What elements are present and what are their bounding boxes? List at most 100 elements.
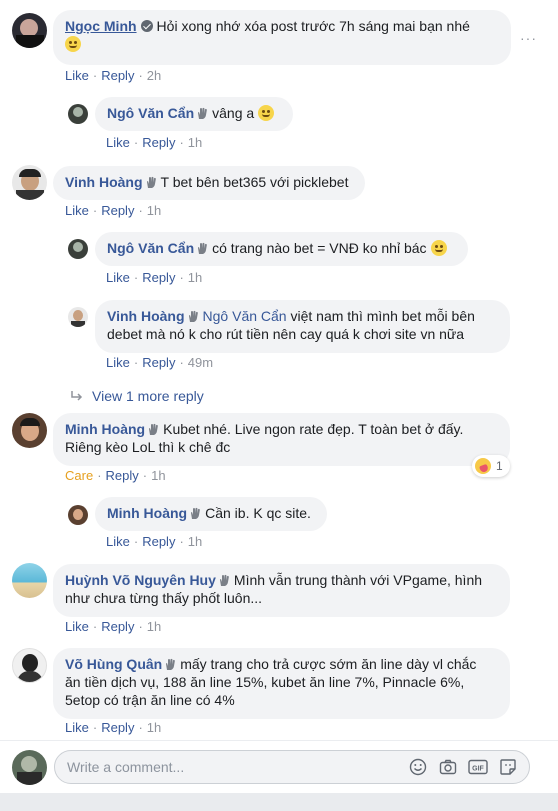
timestamp[interactable]: 1h (188, 534, 202, 549)
comment-actions: Like · Reply · 49m (106, 355, 214, 370)
timestamp[interactable]: 1h (147, 720, 161, 735)
timestamp[interactable]: 1h (147, 619, 161, 634)
svg-text:GIF: GIF (472, 766, 484, 773)
avatar[interactable] (12, 648, 47, 683)
comment-input[interactable]: Write a comment... GIF (54, 750, 530, 784)
timestamp[interactable]: 49m (188, 355, 213, 370)
reply-button[interactable]: Reply (101, 68, 134, 83)
reaction-summary[interactable]: 1 (472, 455, 510, 477)
comment-bubble: Võ Hùng Quân mấy trang cho trả cược sớm ă… (53, 648, 510, 719)
timestamp[interactable]: 1h (151, 468, 165, 483)
comment-text: Riêng kèo LoL thì k chê đc (65, 439, 231, 455)
care-reaction-icon (475, 458, 491, 474)
like-button[interactable]: Like (65, 619, 89, 634)
timestamp[interactable]: 1h (188, 135, 202, 150)
like-button[interactable]: Like (106, 135, 130, 150)
timestamp[interactable]: 2h (147, 68, 161, 83)
wave-badge-icon (189, 507, 202, 520)
reply-button[interactable]: Reply (142, 534, 175, 549)
comment-text: việt nam thì mình bet mỗi bên (290, 308, 475, 324)
gif-icon[interactable]: GIF (468, 758, 488, 776)
commenter-name[interactable]: Vinh Hoàng (107, 308, 185, 324)
comment-text: mấy trang cho trả cược sớm ăn line dày v… (180, 656, 477, 672)
reply-button[interactable]: Reply (142, 355, 175, 370)
wave-badge-icon (147, 423, 160, 436)
emoji-icon (258, 105, 275, 121)
comment-actions: Like · Reply · 1h (106, 270, 203, 285)
emoji-icon (65, 36, 81, 52)
view-more-replies[interactable]: View 1 more reply (70, 387, 204, 405)
emoji-icon[interactable] (409, 758, 427, 776)
reply-button[interactable]: Reply (106, 468, 139, 483)
comment-text: ăn tiền dịch vụ, 188 ăn line 15%, kubet … (65, 674, 465, 690)
verified-icon (140, 20, 153, 32)
avatar[interactable] (68, 307, 88, 327)
view-more-label[interactable]: View 1 more reply (92, 388, 204, 404)
sticker-icon[interactable] (499, 758, 517, 776)
comment-bubble: Ngô Văn Cẩn vâng a (95, 97, 293, 131)
commenter-name[interactable]: Võ Hùng Quân (65, 656, 162, 672)
timestamp[interactable]: 1h (188, 270, 202, 285)
mention-link[interactable]: Ngô Văn Cẩn (203, 308, 287, 324)
wave-badge-icon (164, 658, 177, 671)
commenter-name[interactable]: Vinh Hoàng (65, 174, 143, 190)
reply-button[interactable]: Reply (101, 619, 134, 634)
reply-button[interactable]: Reply (101, 720, 134, 735)
like-button[interactable]: Like (106, 270, 130, 285)
comment-bubble: Huỳnh Võ Nguyên Huy Mình vẫn trung thành … (53, 564, 510, 617)
reply-arrow-icon (71, 391, 83, 401)
comment-bubble: Ngô Văn Cẩn có trang nào bet = VNĐ ko nhỉ… (95, 232, 468, 266)
wave-badge-icon (196, 242, 209, 255)
like-button[interactable]: Like (106, 534, 130, 549)
commenter-name[interactable]: Minh Hoàng (107, 505, 187, 521)
camera-icon[interactable] (439, 758, 457, 776)
comment-bubble: Vinh Hoàng T bet bên bet365 với picklebet (53, 166, 365, 200)
comment-text: vâng a (212, 105, 255, 121)
comment-bubble: Minh Hoàng Kubet nhé. Live ngon rate đẹp.… (53, 413, 510, 466)
reply-button[interactable]: Reply (142, 135, 175, 150)
comment-bubble: Vinh Hoàng Ngô Văn Cẩn việt nam thì mình … (95, 300, 510, 353)
avatar[interactable] (12, 563, 47, 598)
avatar[interactable] (68, 104, 88, 124)
like-button[interactable]: Like (106, 355, 130, 370)
wave-badge-icon (145, 176, 158, 189)
comment-text: như chưa từng thấy phốt luôn... (65, 590, 263, 606)
avatar[interactable] (68, 505, 88, 525)
like-button[interactable]: Like (65, 720, 89, 735)
reaction-count: 1 (496, 459, 503, 473)
commenter-name[interactable]: Huỳnh Võ Nguyên Huy (65, 572, 216, 588)
commenter-name[interactable]: Ngô Văn Cẩn (107, 105, 194, 121)
avatar[interactable] (68, 239, 88, 259)
like-button[interactable]: Like (65, 203, 89, 218)
avatar[interactable] (12, 13, 47, 48)
comment-text: Cần ib. K qc site. (205, 505, 311, 521)
comment-text: debet mà nó k cho rút tiền nên cay quá k… (107, 326, 465, 342)
comment-actions: Like · Reply · 1h (106, 534, 203, 549)
wave-badge-icon (218, 574, 231, 587)
commenter-name[interactable]: Minh Hoàng (65, 421, 145, 437)
comment-input-placeholder: Write a comment... (67, 759, 185, 775)
comment-text: 5etop có trận ăn line có 4% (65, 692, 235, 708)
comment-text: T bet bên bet365 với picklebet (160, 174, 349, 190)
comment-actions: Like · Reply · 1h (65, 203, 162, 218)
more-options-icon[interactable]: ··· (520, 30, 536, 46)
wave-badge-icon (187, 310, 200, 323)
comment-composer: Write a comment... GIF (0, 740, 558, 811)
comment-actions: Like · Reply · 1h (65, 720, 162, 735)
like-button[interactable]: Like (65, 68, 89, 83)
comment-actions: Like · Reply · 1h (106, 135, 203, 150)
comment-text: Mình vẫn trung thành với VPgame, hình (233, 572, 483, 588)
comment-actions: Care · Reply · 1h (65, 468, 166, 483)
comment-actions: Like · Reply · 2h (65, 68, 162, 83)
wave-badge-icon (196, 107, 209, 120)
reply-button[interactable]: Reply (142, 270, 175, 285)
avatar[interactable] (12, 413, 47, 448)
comment-actions: Like · Reply · 1h (65, 619, 162, 634)
comment-text: Kubet nhé. Live ngon rate đẹp. T toàn be… (163, 421, 464, 437)
avatar[interactable] (12, 165, 47, 200)
timestamp[interactable]: 1h (147, 203, 161, 218)
commenter-name[interactable]: Ngọc Minh (65, 18, 137, 34)
commenter-name[interactable]: Ngô Văn Cẩn (107, 240, 194, 256)
care-button[interactable]: Care (65, 468, 93, 483)
reply-button[interactable]: Reply (101, 203, 134, 218)
